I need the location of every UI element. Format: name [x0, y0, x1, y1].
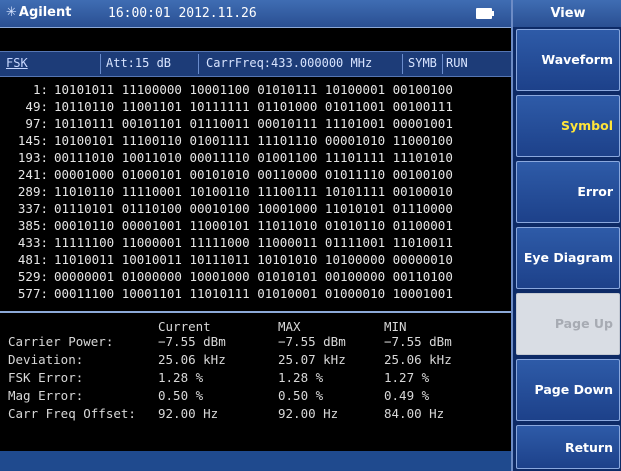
symbol-bits: 10110110 11001101 10111111 01101000 0101… — [54, 99, 453, 114]
value-min: 25.06 kHz — [384, 352, 452, 367]
value-min: 0.49 % — [384, 388, 430, 403]
symbol-row: 577: 00011100 10001101 11010111 01010001 … — [0, 286, 453, 302]
measurement-label: FSK Error: — [8, 370, 84, 385]
softkey-panel: View Waveform Symbol Error Eye Diagram P… — [511, 0, 621, 471]
symbol-index: 433: — [17, 235, 48, 250]
symbol-bits: 00001000 01000101 00101010 00110000 0101… — [54, 167, 453, 182]
value-min: 1.27 % — [384, 370, 430, 385]
eye-diagram-softkey[interactable]: Eye Diagram — [516, 227, 620, 289]
symbol-bits: 00111010 10011010 00011110 01001100 1110… — [54, 150, 453, 165]
panel-title: View — [513, 0, 621, 27]
value-max: 0.50 % — [278, 388, 324, 403]
status-row: FSK Att:15 dB CarrFreq:433.000000 MHz SY… — [0, 51, 511, 77]
divider — [198, 54, 199, 74]
measurement-label: Mag Error: — [8, 388, 84, 403]
softkey-label: Page Up — [554, 316, 613, 331]
value-current: −7.55 dBm — [158, 334, 226, 349]
symbol-row: 193: 00111010 10011010 00011110 01001100 … — [0, 150, 453, 166]
measurement-label: Carr Freq Offset: — [8, 406, 136, 421]
spark-icon: ✳ — [6, 5, 17, 20]
value-current: 92.00 Hz — [158, 406, 219, 421]
symbol-bits: 10101011 11100000 10001100 01010111 1010… — [54, 82, 453, 97]
symbol-row: 433: 11111100 11000001 11111000 11000011 … — [0, 235, 453, 251]
battery-icon — [476, 8, 494, 19]
symbol-index: 241: — [17, 167, 48, 182]
message-strip — [0, 28, 511, 51]
symbol-bits: 10100101 11100110 01001111 11101110 0000… — [54, 133, 453, 148]
symb-label: SYMB — [408, 56, 437, 70]
error-softkey[interactable]: Error — [516, 161, 620, 223]
symbol-table: 1: 10101011 11100000 10001100 01010111 10… — [0, 77, 511, 311]
symbol-row: 49: 10110110 11001101 10111111 01101000 0… — [0, 99, 453, 115]
brand-name: Agilent — [18, 5, 72, 20]
symbol-row: 289: 11010110 11110001 10100110 11100111 … — [0, 184, 453, 200]
divider — [402, 54, 403, 74]
symbol-index: 1: — [32, 82, 48, 97]
value-current: 0.50 % — [158, 388, 204, 403]
measurement-table: Current MAX MIN Carrier Power: −7.55 dBm… — [0, 311, 511, 453]
symbol-index: 145: — [17, 133, 48, 148]
symbol-row: 481: 11010011 10010011 10111011 10101010 … — [0, 252, 453, 268]
waveform-softkey[interactable]: Waveform — [516, 29, 620, 91]
divider — [442, 54, 443, 74]
symbol-index: 577: — [17, 286, 48, 301]
value-max: −7.55 dBm — [278, 334, 346, 349]
symbol-row: 337: 01110101 01110100 00010100 10001000 … — [0, 201, 453, 217]
carrier-freq-label: CarrFreq:433.000000 MHz — [206, 56, 373, 70]
title-bar: ✳ Agilent 16:00:01 2012.11.26 — [0, 0, 511, 28]
bottom-status-bar — [0, 451, 511, 471]
symbol-index: 97: — [25, 116, 48, 131]
instrument-screen: ✳ Agilent 16:00:01 2012.11.26 FSK Att:15 … — [0, 0, 621, 471]
value-min: 84.00 Hz — [384, 406, 445, 421]
symbol-bits: 11010011 10010011 10111011 10101010 1010… — [54, 252, 453, 267]
symbol-index: 193: — [17, 150, 48, 165]
symbol-softkey[interactable]: Symbol — [516, 95, 620, 157]
value-max: 92.00 Hz — [278, 406, 339, 421]
symbol-bits: 11010110 11110001 10100110 11100111 1010… — [54, 184, 453, 199]
softkey-label: Page Down — [534, 382, 613, 397]
run-label: RUN — [446, 56, 468, 70]
softkey-label: Error — [577, 184, 613, 199]
header-max: MAX — [278, 319, 301, 334]
attenuation-label: Att:15 dB — [106, 56, 172, 70]
symbol-row: 529: 00000001 01000000 10001000 01010101 … — [0, 269, 453, 285]
value-current: 1.28 % — [158, 370, 204, 385]
page-up-softkey[interactable]: Page Up — [516, 293, 620, 355]
symbol-bits: 11111100 11000001 11111000 11000011 0111… — [54, 235, 453, 250]
symbol-bits: 00000001 01000000 10001000 01010101 0010… — [54, 269, 453, 284]
symbol-index: 49: — [25, 99, 48, 114]
softkey-label: Eye Diagram — [523, 250, 613, 265]
header-min: MIN — [384, 319, 407, 334]
value-max: 25.07 kHz — [278, 352, 346, 367]
return-softkey[interactable]: Return — [516, 425, 620, 469]
symbol-index: 337: — [17, 201, 48, 216]
symbol-bits: 00011100 10001101 11010111 01010001 0100… — [54, 286, 453, 301]
symbol-row: 1: 10101011 11100000 10001100 01010111 10… — [0, 82, 453, 98]
softkey-label: Symbol — [561, 118, 613, 133]
value-current: 25.06 kHz — [158, 352, 226, 367]
softkey-label: Return — [564, 440, 613, 455]
header-current: Current — [158, 319, 211, 334]
symbol-bits: 00010110 00001001 11000101 11011010 0101… — [54, 218, 453, 233]
symbol-index: 289: — [17, 184, 48, 199]
symbol-row: 241: 00001000 01000101 00101010 00110000 … — [0, 167, 453, 183]
softkey-label: Waveform — [541, 52, 613, 67]
datetime: 16:00:01 2012.11.26 — [108, 6, 257, 21]
value-max: 1.28 % — [278, 370, 324, 385]
divider — [100, 54, 101, 74]
symbol-index: 529: — [17, 269, 48, 284]
measurement-label: Deviation: — [8, 352, 84, 367]
value-min: −7.55 dBm — [384, 334, 452, 349]
measurement-label: Carrier Power: — [8, 334, 114, 349]
symbol-index: 481: — [17, 252, 48, 267]
symbol-bits: 01110101 01110100 00010100 10001000 1101… — [54, 201, 453, 216]
symbol-row: 97: 10110111 00101101 01110011 00010111 1… — [0, 116, 453, 132]
mode-label: FSK — [6, 56, 28, 70]
symbol-row: 145: 10100101 11100110 01001111 11101110 … — [0, 133, 453, 149]
symbol-row: 385: 00010110 00001001 11000101 11011010 … — [0, 218, 453, 234]
symbol-index: 385: — [17, 218, 48, 233]
page-down-softkey[interactable]: Page Down — [516, 359, 620, 421]
symbol-bits: 10110111 00101101 01110011 00010111 1110… — [54, 116, 453, 131]
brand-logo: ✳ Agilent — [6, 5, 71, 20]
